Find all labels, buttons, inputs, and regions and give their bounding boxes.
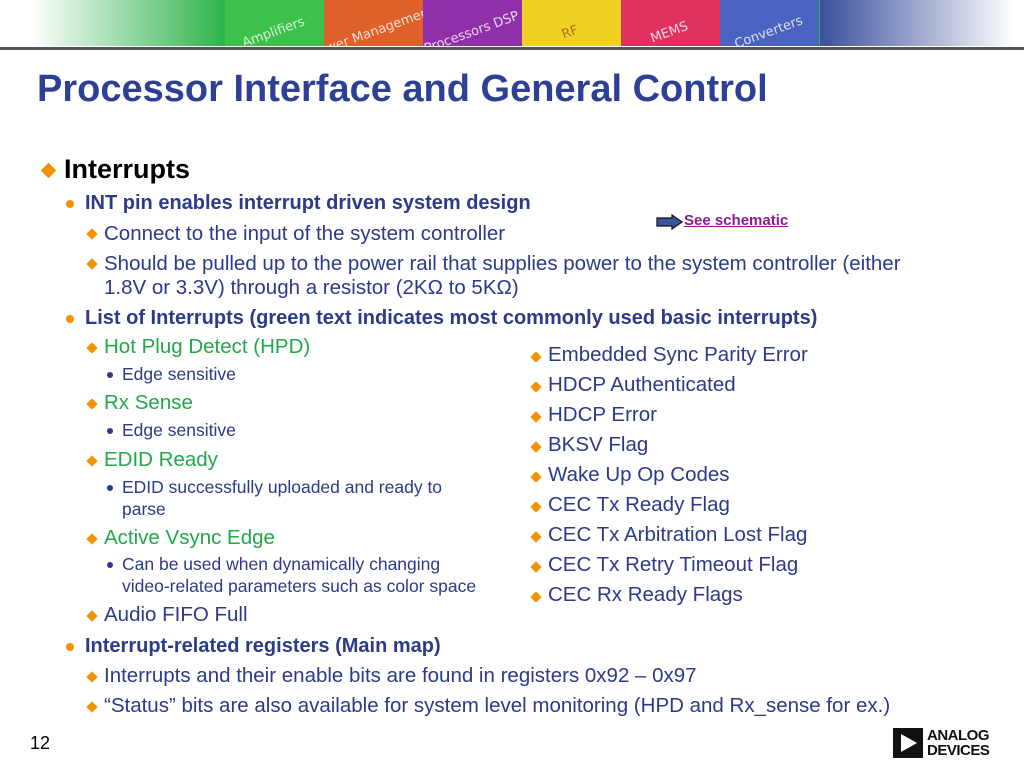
list-item: Should be pulled up to the power rail th… bbox=[104, 252, 901, 275]
page-title: Processor Interface and General Control bbox=[37, 68, 768, 110]
list-item-cont: parse bbox=[122, 499, 166, 519]
logo-line2: DEVICES bbox=[927, 742, 990, 759]
bullet-diamond-icon bbox=[86, 533, 98, 545]
list-item-cont: 1.8V or 3.3V) through a resistor (2KΩ to… bbox=[104, 276, 519, 299]
bullet-dot-icon bbox=[107, 562, 113, 568]
interrupt-rx-sense: Rx Sense bbox=[104, 391, 193, 414]
bullet-diamond-icon bbox=[530, 501, 542, 513]
bullet-dot-icon bbox=[107, 428, 113, 434]
page-number: 12 bbox=[30, 733, 51, 753]
bullet-diamond-icon bbox=[86, 342, 98, 354]
interrupt-item: BKSV Flag bbox=[548, 433, 649, 456]
interrupt-item: HDCP Authenticated bbox=[548, 373, 736, 396]
bullet-diamond-icon bbox=[86, 610, 98, 622]
bullet-diamond-icon bbox=[86, 671, 98, 683]
list-item: Connect to the input of the system contr… bbox=[104, 222, 506, 245]
see-schematic-link[interactable]: See schematic bbox=[684, 212, 788, 229]
bullet-diamond-icon bbox=[530, 591, 542, 603]
bullet-diamond-icon bbox=[86, 228, 98, 240]
bullet-dot-icon bbox=[107, 485, 113, 491]
list-item: INT pin enables interrupt driven system … bbox=[85, 192, 531, 214]
banner-tile-converters: Converters bbox=[720, 0, 819, 46]
bullet-diamond-icon bbox=[86, 701, 98, 713]
bullet-diamond-icon bbox=[530, 411, 542, 423]
bullet-dot-icon bbox=[66, 643, 74, 651]
bullet-diamond-icon bbox=[530, 381, 542, 393]
interrupt-hpd: Hot Plug Detect (HPD) bbox=[104, 335, 311, 358]
banner-tile-mems: MEMS bbox=[621, 0, 720, 46]
list-item: Interrupts and their enable bits are fou… bbox=[104, 664, 697, 687]
interrupt-active-vsync: Active Vsync Edge bbox=[104, 526, 275, 549]
bullet-dot-icon bbox=[66, 200, 74, 208]
header-banner: Amplifiers Power Management Processors D… bbox=[0, 0, 1024, 46]
bullet-diamond-icon bbox=[530, 561, 542, 573]
interrupt-item: Wake Up Op Codes bbox=[548, 463, 730, 486]
list-item: Edge sensitive bbox=[122, 364, 236, 384]
bullet-diamond-icon bbox=[40, 162, 57, 179]
interrupt-item: HDCP Error bbox=[548, 403, 657, 426]
heading-interrupts: Interrupts bbox=[64, 154, 191, 184]
bullet-diamond-icon bbox=[530, 531, 542, 543]
logo-line1: ANALOG bbox=[927, 727, 990, 744]
bullet-diamond-icon bbox=[86, 258, 98, 270]
interrupt-item: CEC Tx Arbitration Lost Flag bbox=[548, 523, 808, 546]
interrupt-item: Embedded Sync Parity Error bbox=[548, 343, 808, 366]
list-item: EDID successfully uploaded and ready to bbox=[122, 477, 443, 497]
banner-tile-amplifiers: Amplifiers bbox=[225, 0, 324, 46]
bullet-diamond-icon bbox=[530, 351, 542, 363]
list-item: “Status” bits are also available for sys… bbox=[104, 694, 891, 717]
bullet-diamond-icon bbox=[86, 455, 98, 467]
list-item-cont: video-related parameters such as color s… bbox=[122, 576, 477, 596]
bullet-dot-icon bbox=[66, 315, 74, 323]
interrupt-audio-fifo: Audio FIFO Full bbox=[104, 603, 248, 626]
interrupt-edid-ready: EDID Ready bbox=[104, 448, 218, 471]
analog-devices-logo: ANALOG DEVICES bbox=[893, 727, 990, 759]
bullet-diamond-icon bbox=[86, 398, 98, 410]
banner-fade bbox=[820, 0, 1024, 46]
logo-triangle-icon bbox=[893, 728, 923, 758]
interrupt-item: CEC Tx Retry Timeout Flag bbox=[548, 553, 799, 576]
list-item: Interrupt-related registers (Main map) bbox=[85, 635, 441, 657]
bullet-diamond-icon bbox=[530, 471, 542, 483]
interrupt-item: CEC Rx Ready Flags bbox=[548, 583, 743, 606]
list-item: Can be used when dynamically changing bbox=[122, 554, 441, 574]
bullet-diamond-icon bbox=[530, 441, 542, 453]
header-rule bbox=[0, 47, 1024, 50]
banner-tile-power: Power Management bbox=[324, 0, 423, 46]
banner-tile-processors: Processors DSP bbox=[423, 0, 522, 46]
banner-tile-rf: RF bbox=[522, 0, 621, 46]
bullet-dot-icon bbox=[107, 372, 113, 378]
list-item: List of Interrupts (green text indicates… bbox=[85, 307, 818, 329]
interrupt-item: CEC Tx Ready Flag bbox=[548, 493, 730, 516]
arrow-right-icon bbox=[656, 214, 684, 230]
list-item: Edge sensitive bbox=[122, 420, 236, 440]
